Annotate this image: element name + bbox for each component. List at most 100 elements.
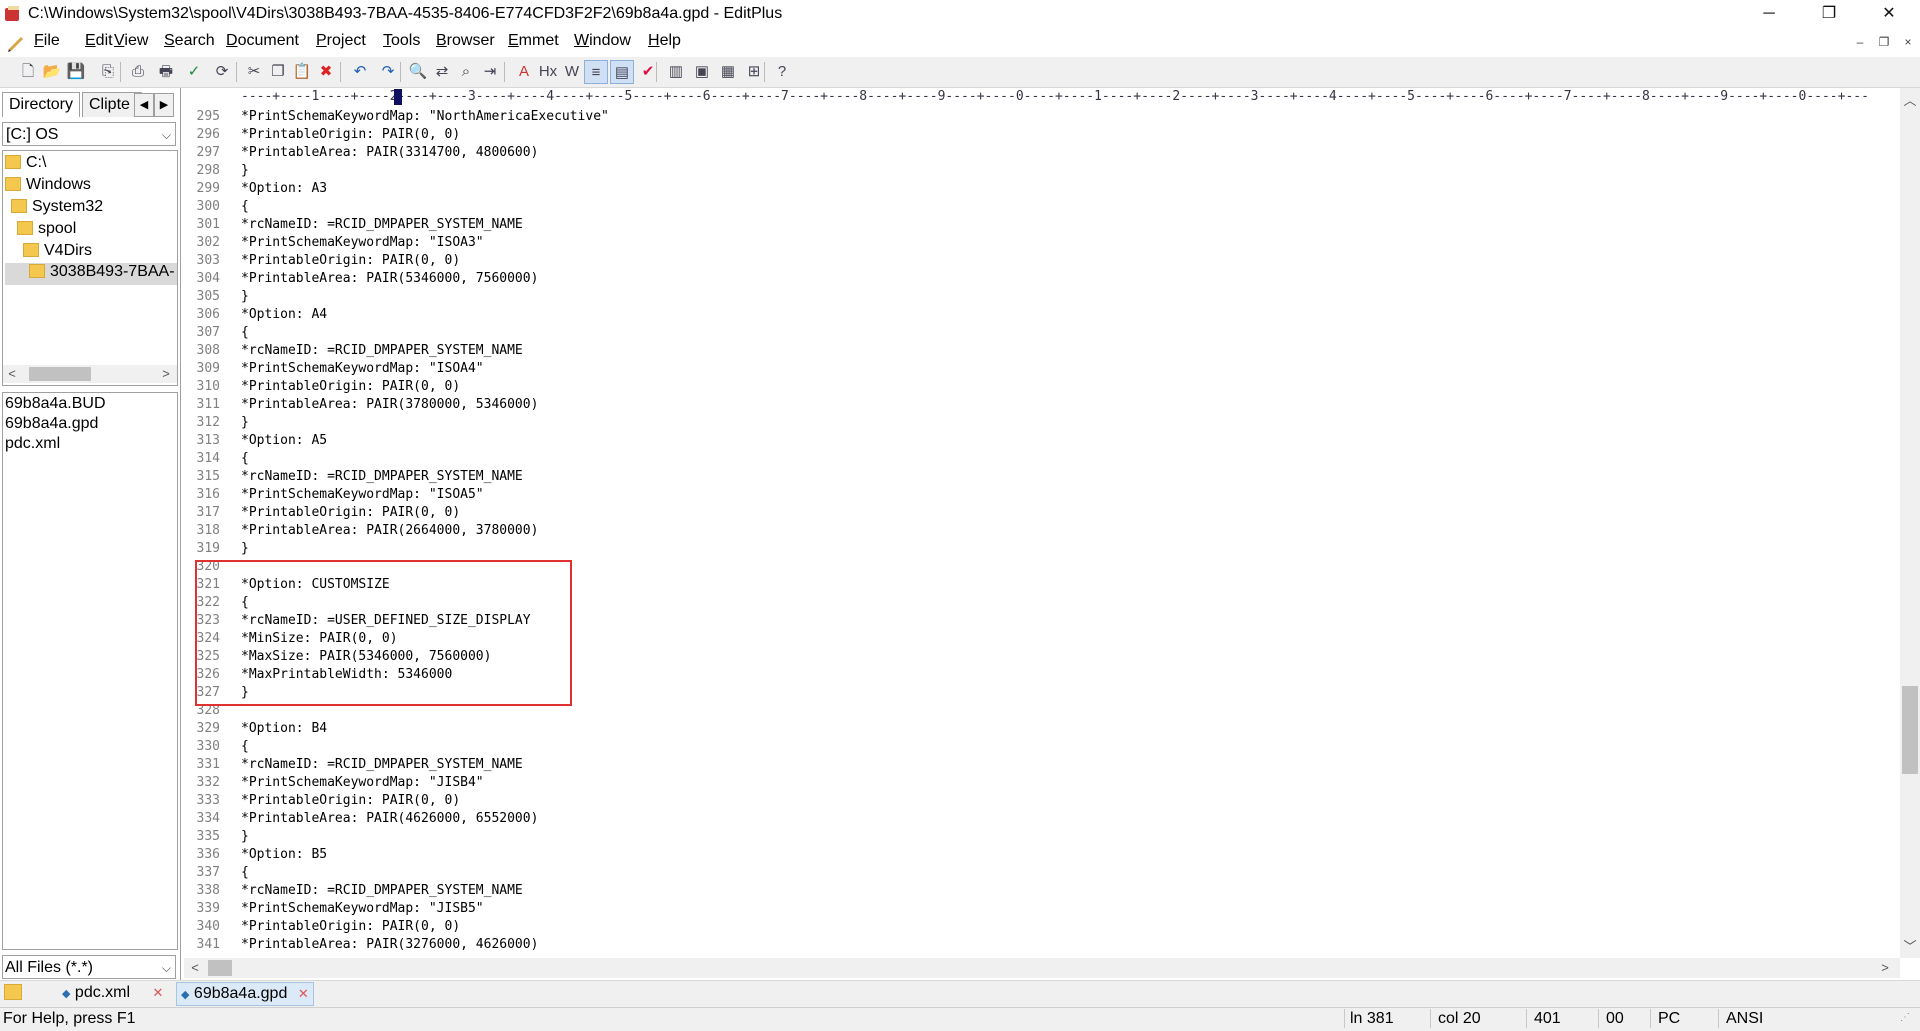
redo-icon[interactable]: ↷ — [376, 60, 400, 84]
menu-emmet[interactable]: Emmet — [508, 32, 559, 50]
tree-item-windows[interactable]: Windows — [5, 176, 91, 194]
menu-label-rest: indow — [589, 32, 631, 49]
line-number: 313 — [196, 433, 220, 448]
help-icon[interactable]: ? — [770, 60, 794, 84]
line-number: 318 — [196, 523, 220, 538]
menu-tools[interactable]: Tools — [383, 32, 420, 50]
menu-label-rest: earch — [174, 32, 215, 49]
mdi-restore-button[interactable]: ❐ — [1874, 33, 1894, 51]
screen-full-icon[interactable]: ▦ — [716, 60, 740, 84]
spell-check-icon[interactable]: ✓ — [182, 60, 206, 84]
code-text: *PrintableArea: PAIR(3780000, 5346000) — [241, 397, 539, 412]
file-item-bud[interactable]: 69b8a4a.BUD — [5, 395, 106, 413]
menu-project[interactable]: Project — [316, 32, 366, 50]
tree-hscroll-thumb[interactable] — [29, 367, 91, 381]
file-item-gpd[interactable]: 69b8a4a.gpd — [5, 415, 98, 433]
code-text: *PrintSchemaKeywordMap: "NorthAmericaExe… — [241, 109, 609, 124]
file-item-pdc[interactable]: pdc.xml — [5, 435, 60, 453]
drive-select[interactable]: [C:] OS ⌵ — [2, 122, 176, 146]
folder-icon — [17, 220, 33, 235]
mdi-minimize-button[interactable]: – — [1850, 33, 1870, 51]
line-number-icon[interactable]: ≡ — [584, 60, 608, 84]
tree-item-system32[interactable]: System32 — [11, 198, 103, 216]
tree-item-c[interactable]: C:\ — [5, 154, 46, 172]
tab-directory[interactable]: Directory — [2, 92, 81, 117]
tab-scroll-right-icon[interactable]: ▶ — [154, 93, 174, 117]
hex-icon[interactable]: Hx — [536, 60, 560, 84]
cut-icon[interactable]: ✂ — [242, 60, 266, 84]
status-divider — [1526, 1009, 1527, 1028]
menu-file[interactable]: File — [34, 32, 60, 50]
scroll-down-icon[interactable]: ﹀ — [1901, 938, 1919, 956]
screen-icon[interactable]: ▣ — [690, 60, 714, 84]
scroll-up-icon[interactable]: ︿ — [1901, 92, 1919, 110]
replace-icon[interactable]: ⇄ — [430, 60, 454, 84]
print-preview-icon[interactable]: ⎙ — [126, 60, 150, 84]
scroll-right-icon[interactable]: > — [1876, 959, 1894, 977]
open-icon[interactable]: 📂 — [40, 60, 64, 84]
editor-vscroll-thumb[interactable] — [1902, 686, 1918, 774]
document-icon[interactable] — [6, 32, 26, 52]
copy-icon[interactable]: ❐ — [266, 60, 290, 84]
font-icon[interactable]: A — [512, 60, 536, 84]
ruler-icon[interactable]: ▤ — [610, 60, 634, 84]
code-editor[interactable]: 295 *PrintSchemaKeywordMap: "NorthAmerica… — [184, 106, 1897, 958]
delete-icon[interactable]: ✖ — [314, 60, 338, 84]
file-filter-select[interactable]: All Files (*.*) ⌵ — [2, 955, 176, 979]
tree-item-v4dirs[interactable]: V4Dirs — [23, 242, 92, 260]
menu-help[interactable]: Help — [648, 32, 681, 50]
paste-icon[interactable]: 📋 — [290, 60, 314, 84]
editplus-app-icon[interactable] — [4, 5, 22, 23]
scroll-left-icon[interactable]: < — [3, 365, 21, 383]
split-icon[interactable]: ▥ — [664, 60, 688, 84]
menu-view[interactable]: View — [114, 32, 148, 50]
refresh-icon[interactable]: ⟳ — [210, 60, 234, 84]
tab-close-icon[interactable]: ✕ — [153, 985, 164, 1000]
toolbar-separator — [656, 62, 657, 82]
tab-close-icon[interactable]: ✕ — [298, 986, 309, 1001]
menu-document[interactable]: Document — [226, 32, 299, 50]
tab-pdc-xml[interactable]: ◆ pdc.xml ✕ — [58, 982, 167, 1004]
code-text: *PrintableOrigin: PAIR(0, 0) — [241, 793, 461, 808]
menu-window[interactable]: Window — [574, 32, 631, 50]
menu-edit[interactable]: Edit — [85, 32, 113, 50]
print-icon[interactable]: 🖶 — [154, 60, 178, 84]
tree-hscrollbar[interactable]: < > — [3, 365, 177, 383]
maximize-button[interactable]: ❐ — [1800, 0, 1858, 28]
toolbar-separator — [400, 62, 401, 82]
menu-mnemonic: H — [648, 32, 660, 49]
tab-cliptext[interactable]: Clipte — [82, 92, 142, 117]
mdi-close-button[interactable]: × — [1898, 33, 1918, 51]
minimize-button[interactable]: ─ — [1740, 0, 1798, 28]
browser-icon[interactable]: ⊞ — [742, 60, 766, 84]
save-icon[interactable]: 💾 — [64, 60, 88, 84]
find-in-files-icon[interactable]: ⌕ — [454, 60, 478, 84]
editor-vscrollbar[interactable]: ︿ ﹀ — [1900, 88, 1920, 958]
new-file-icon[interactable]: 🗋 — [16, 60, 40, 84]
tab-69b8a4a-gpd[interactable]: ◆ 69b8a4a.gpd ✕ — [176, 982, 314, 1006]
folder-icon[interactable] — [4, 983, 22, 1000]
code-text: *rcNameID: =RCID_DMPAPER_SYSTEM_NAME — [241, 757, 523, 772]
menu-label-rest: roject — [326, 32, 366, 49]
editor-hscroll-thumb[interactable] — [208, 960, 232, 976]
line-number: 301 — [196, 217, 220, 232]
tree-item-selected[interactable]: 3038B493-7BAA- — [5, 263, 177, 285]
resize-grip-icon[interactable]: ⋰ — [1900, 1012, 1910, 1023]
menu-search[interactable]: Search — [164, 32, 215, 50]
word-wrap-icon[interactable]: W — [560, 60, 584, 84]
tree-item-spool[interactable]: spool — [17, 220, 76, 238]
line-number: 296 — [196, 127, 220, 142]
scroll-left-icon[interactable]: < — [186, 959, 204, 977]
close-button[interactable]: ✕ — [1860, 0, 1918, 28]
undo-icon[interactable]: ↶ — [348, 60, 372, 84]
tab-scroll-left-icon[interactable]: ◀ — [134, 93, 154, 117]
status-divider — [1344, 1009, 1345, 1028]
editor-hscrollbar[interactable]: < > — [184, 958, 1900, 978]
status-help-text: For Help, press F1 — [3, 1010, 136, 1027]
scroll-right-icon[interactable]: > — [157, 365, 175, 383]
find-icon[interactable]: 🔍 — [406, 60, 430, 84]
chevron-down-icon: ⌵ — [161, 961, 171, 975]
menu-browser[interactable]: Browser — [436, 32, 495, 50]
save-all-icon[interactable]: ⎘ — [96, 60, 120, 84]
goto-icon[interactable]: ⇥ — [478, 60, 502, 84]
